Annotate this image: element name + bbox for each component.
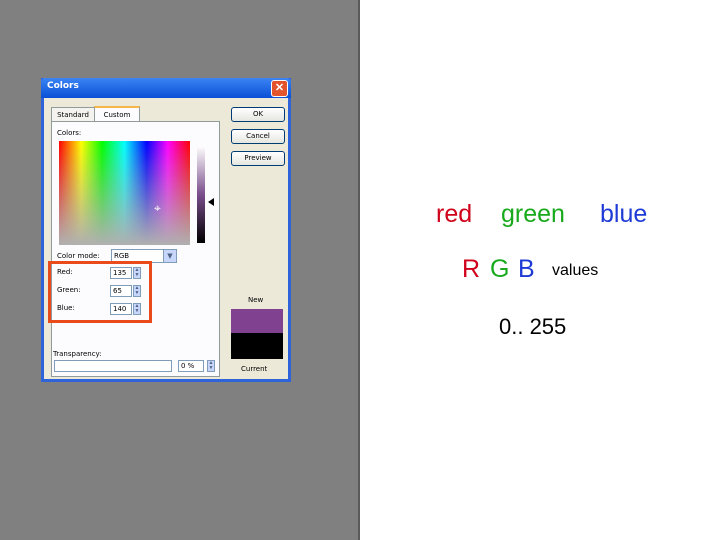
range-label: 0.. 255 — [499, 314, 567, 339]
transparency-field[interactable]: 0 % — [178, 360, 204, 372]
dialog-title: Colors — [47, 81, 79, 91]
gray-left-panel: Colors ✕ Standard Custom Colors: ⌖ Color… — [0, 0, 360, 540]
color-mode-label: Color mode: — [57, 252, 100, 260]
preview-button[interactable]: Preview — [231, 151, 285, 166]
cancel-button[interactable]: Cancel — [231, 129, 285, 144]
transparency-slider[interactable] — [54, 360, 172, 372]
color-spectrum[interactable] — [59, 141, 190, 245]
values-label: values — [552, 262, 599, 279]
label-blue: blue — [600, 200, 648, 228]
ok-button[interactable]: OK — [231, 107, 285, 122]
transparency-spinner[interactable]: ▲ ▼ — [207, 360, 215, 372]
new-color-swatch — [231, 309, 283, 333]
rgb-highlight-box — [48, 261, 152, 323]
label-green: green — [501, 200, 565, 228]
dialog-titlebar[interactable]: Colors ✕ — [41, 78, 291, 98]
luminance-arrow-icon[interactable] — [208, 198, 214, 206]
colors-label: Colors: — [57, 129, 82, 137]
crosshair-icon: ⌖ — [154, 201, 161, 215]
tab-standard[interactable]: Standard — [51, 107, 95, 122]
current-label: Current — [241, 365, 268, 373]
close-icon: ✕ — [274, 82, 285, 94]
current-color-swatch — [231, 333, 283, 359]
new-label: New — [248, 296, 264, 304]
letter-g: G — [490, 255, 510, 283]
chevron-down-icon[interactable]: ▼ — [163, 250, 176, 262]
letter-r: R — [462, 255, 481, 283]
colors-dialog: Colors ✕ Standard Custom Colors: ⌖ Color… — [41, 78, 291, 382]
close-button[interactable]: ✕ — [271, 80, 288, 97]
transparency-label: Transparency: — [53, 350, 102, 358]
color-mode-value: RGB — [114, 252, 130, 260]
letter-b: B — [518, 255, 535, 283]
label-red: red — [436, 200, 473, 228]
luminance-slider[interactable] — [197, 146, 205, 243]
